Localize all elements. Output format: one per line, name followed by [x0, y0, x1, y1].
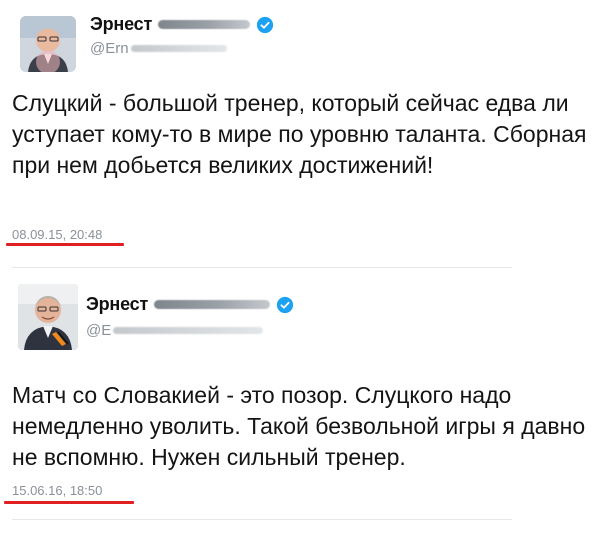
tweet-card-1: Эрнест @Ern Слуцкий - большой тренер, ко… — [0, 0, 600, 262]
author-row: Эрнест — [86, 294, 294, 315]
avatar[interactable] — [18, 284, 78, 350]
avatar-photo-icon — [18, 284, 78, 350]
author-row: Эрнест — [90, 14, 274, 35]
divider — [12, 267, 512, 268]
tweet-timestamp[interactable]: 15.06.16, 18:50 — [12, 483, 102, 498]
handle-row: @E — [86, 322, 264, 339]
red-underline — [4, 501, 134, 504]
author-handle[interactable]: @Ern — [90, 40, 129, 57]
tweet-card-2: Эрнест @E Матч со Словакией - это позор.… — [0, 270, 600, 541]
handle-row: @Ern — [90, 40, 227, 57]
redacted-surname — [158, 20, 251, 29]
red-underline — [6, 243, 124, 246]
avatar-photo-icon — [20, 16, 76, 72]
tweet-comparison: Эрнест @Ern Слуцкий - большой тренер, ко… — [0, 0, 600, 541]
author-handle[interactable]: @E — [86, 322, 111, 339]
verified-badge-icon — [276, 296, 294, 314]
redacted-handle — [130, 45, 227, 52]
tweet-timestamp[interactable]: 08.09.15, 20:48 — [12, 227, 102, 242]
redacted-surname — [154, 300, 271, 309]
avatar[interactable] — [20, 16, 76, 72]
divider — [12, 519, 512, 520]
tweet-text: Матч со Словакией - это позор. Слуцкого … — [12, 382, 586, 470]
redacted-handle — [113, 327, 264, 334]
author-name[interactable]: Эрнест — [86, 294, 148, 315]
verified-badge-icon — [256, 16, 274, 34]
tweet-text: Слуцкий - большой тренер, который сейчас… — [12, 90, 587, 178]
author-name[interactable]: Эрнест — [90, 14, 152, 35]
